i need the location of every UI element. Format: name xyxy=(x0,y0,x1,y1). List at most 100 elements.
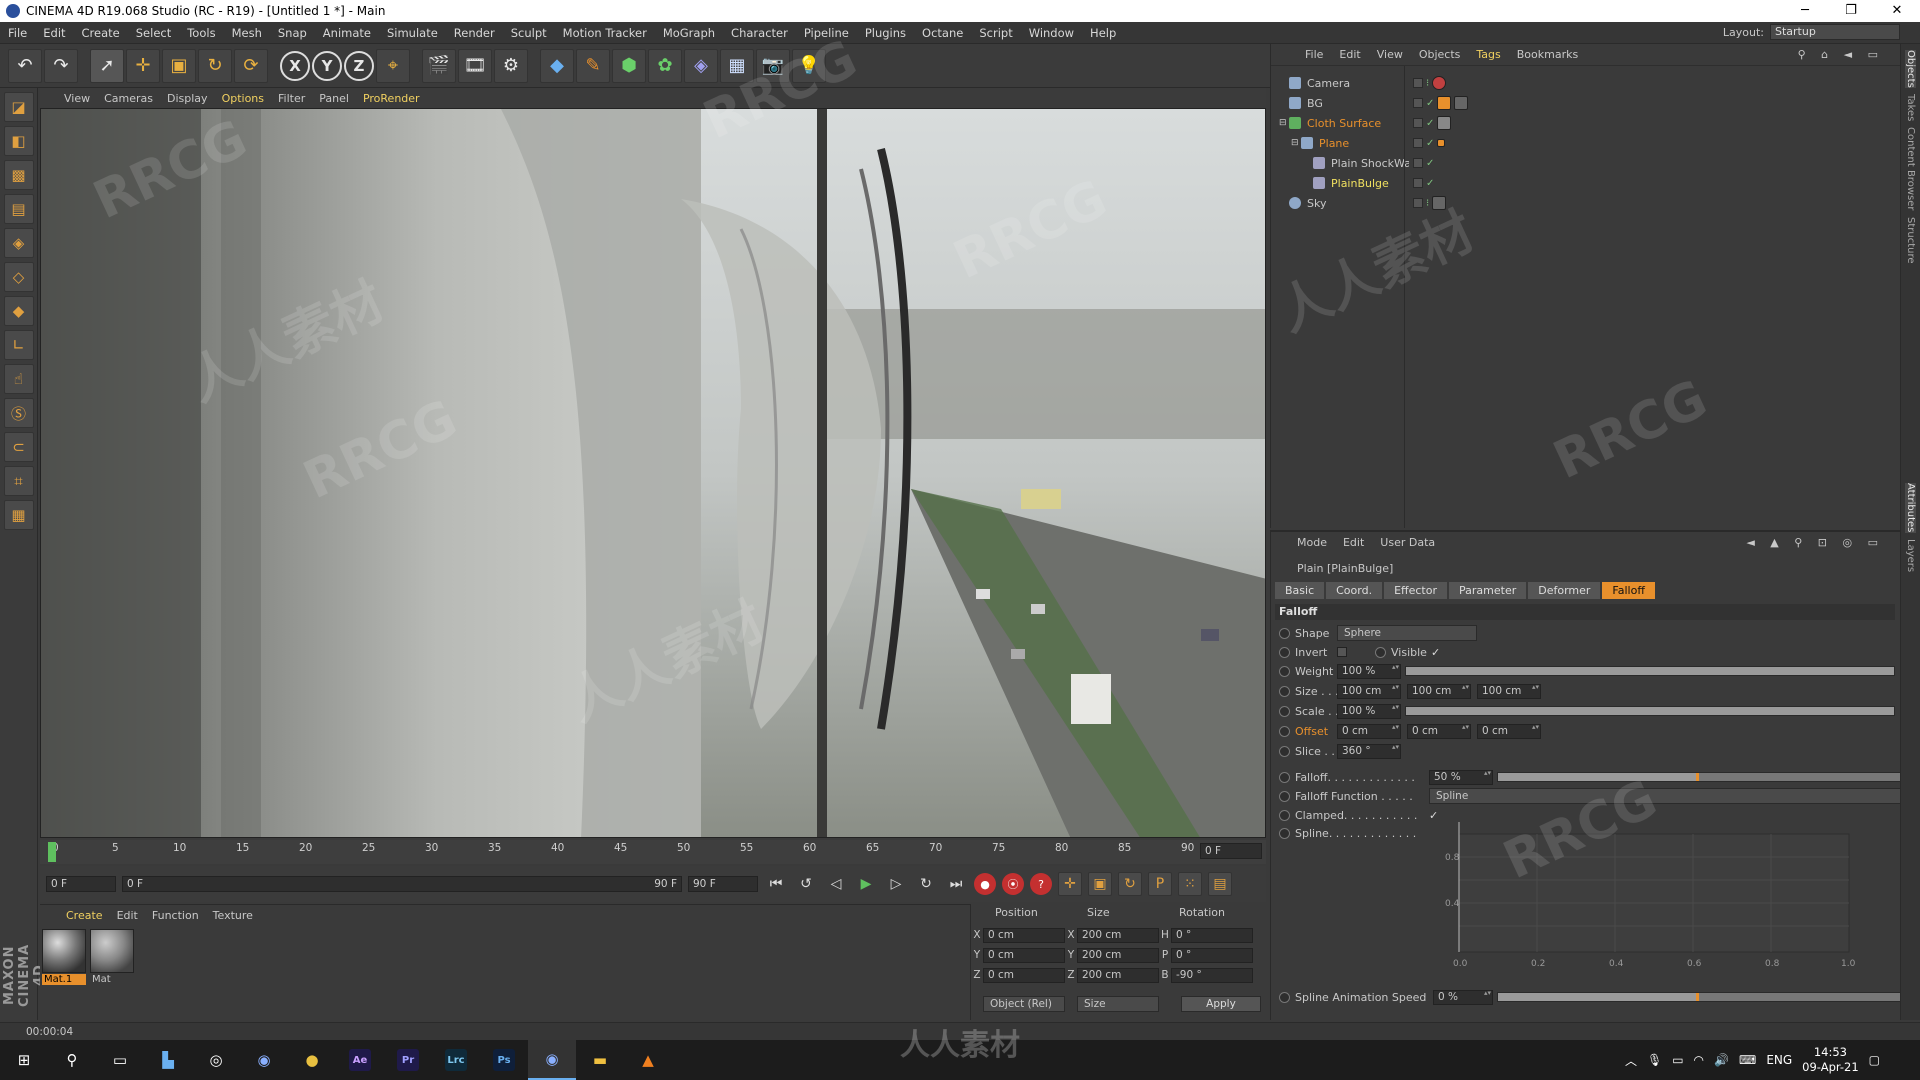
polygons-mode-icon[interactable]: ◆ xyxy=(3,296,34,326)
position-y-field[interactable]: 0 cm xyxy=(983,947,1065,963)
close-button[interactable]: ✕ xyxy=(1874,0,1920,22)
workplane-icon[interactable]: ▤ xyxy=(3,194,34,224)
om-menu-file[interactable]: File xyxy=(1305,48,1323,61)
material-menu-texture[interactable]: Texture xyxy=(213,909,253,922)
am-menu-edit[interactable]: Edit xyxy=(1343,536,1364,549)
cinema4d-icon[interactable]: ◎ xyxy=(192,1040,240,1080)
go-to-start-icon[interactable]: ⏮ xyxy=(764,872,788,896)
start-frame-field[interactable]: 0 F xyxy=(46,876,116,892)
shape-dropdown[interactable]: Sphere xyxy=(1337,625,1477,641)
animate-toggle-icon[interactable] xyxy=(1279,646,1290,658)
menu-sculpt[interactable]: Sculpt xyxy=(503,26,555,40)
offset-x-field[interactable]: 0 cm xyxy=(1337,723,1401,739)
animate-toggle-icon[interactable] xyxy=(1375,646,1386,658)
render-view-icon[interactable]: 🎬 xyxy=(422,48,456,83)
tweak-mode-icon[interactable]: ☝ xyxy=(3,364,34,394)
axis-mode-icon[interactable]: ∟ xyxy=(3,330,34,360)
visible-checkbox[interactable]: ✓ xyxy=(1431,646,1440,659)
scale-key-icon[interactable]: ▣ xyxy=(1088,872,1112,896)
pen-icon[interactable]: ✎ xyxy=(576,48,610,83)
rotate-icon[interactable]: ↻ xyxy=(198,48,232,83)
search-icon[interactable]: ⚲ xyxy=(48,1040,96,1080)
menu-create[interactable]: Create xyxy=(74,26,128,40)
rotation-b-field[interactable]: -90 ° xyxy=(1171,967,1253,983)
spline-graph[interactable]: 0.8 0.4 0.0 0.2 0.4 0.6 0.8 1.0 xyxy=(1441,822,1871,972)
weight-field[interactable]: 100 % xyxy=(1337,663,1401,679)
edit-render-settings-icon[interactable]: ⚙ xyxy=(494,48,528,83)
object-manager-divider[interactable] xyxy=(1404,66,1405,528)
menu-window[interactable]: Window xyxy=(1021,26,1082,40)
object-row-plain-shockwave[interactable]: Plain ShockWa ✓ xyxy=(1271,153,1901,173)
animate-toggle-icon[interactable] xyxy=(1279,809,1290,821)
recent-tool-icon[interactable]: ⟳ xyxy=(234,48,268,83)
position-key-icon[interactable]: ✛ xyxy=(1058,872,1082,896)
range-slider[interactable]: 0 F 90 F xyxy=(122,876,682,892)
tab-deformer[interactable]: Deformer xyxy=(1528,582,1601,599)
render-picture-viewer-icon[interactable]: 🎞 xyxy=(458,48,492,83)
go-to-end-icon[interactable]: ⏭ xyxy=(944,872,968,896)
menu-simulate[interactable]: Simulate xyxy=(379,26,446,40)
next-key-icon[interactable]: ↻ xyxy=(914,872,938,896)
object-row-plane[interactable]: ⊟ Plane ✓ xyxy=(1271,133,1901,153)
material-menu-create[interactable]: Create xyxy=(66,909,103,922)
am-menu-mode[interactable]: Mode xyxy=(1297,536,1327,549)
volume-icon[interactable]: 🔊 xyxy=(1714,1053,1729,1067)
floor-icon[interactable]: ▦ xyxy=(720,48,754,83)
viewport-menu-options[interactable]: Options xyxy=(222,92,264,105)
weight-slider[interactable] xyxy=(1405,666,1895,676)
animate-toggle-icon[interactable] xyxy=(1279,991,1290,1003)
viewport-menu-panel[interactable]: Panel xyxy=(319,92,349,105)
maximize-button[interactable]: ❐ xyxy=(1828,0,1874,22)
microphone-icon[interactable]: 🎙 xyxy=(1647,1053,1662,1067)
camera-icon[interactable]: 📷 xyxy=(756,48,790,83)
side-tab-structure[interactable]: Structure xyxy=(1905,217,1916,264)
menu-render[interactable]: Render xyxy=(446,26,503,40)
language-indicator[interactable]: ENG xyxy=(1766,1053,1792,1067)
coordinate-mode-dropdown[interactable]: Object (Rel) xyxy=(983,996,1065,1012)
clock[interactable]: 14:53 09-Apr-21 xyxy=(1802,1045,1858,1075)
size-z-field[interactable]: 100 cm xyxy=(1477,683,1541,699)
timeline-window-icon[interactable]: ▤ xyxy=(1208,872,1232,896)
tab-falloff[interactable]: Falloff xyxy=(1602,582,1655,599)
layout-dropdown[interactable]: Startup xyxy=(1770,24,1900,40)
clamped-checkbox[interactable]: ✓ xyxy=(1429,809,1438,822)
menu-motion-tracker[interactable]: Motion Tracker xyxy=(555,26,655,40)
menu-tools[interactable]: Tools xyxy=(179,26,223,40)
om-menu-view[interactable]: View xyxy=(1377,48,1403,61)
invert-checkbox[interactable] xyxy=(1337,647,1347,657)
chrome-icon[interactable]: ● xyxy=(288,1040,336,1080)
material-menu-function[interactable]: Function xyxy=(152,909,199,922)
record-keys-icon[interactable]: ● xyxy=(974,873,996,895)
om-menu-tags[interactable]: Tags xyxy=(1476,48,1500,61)
live-select-icon[interactable]: ➚ xyxy=(90,48,124,83)
menu-select[interactable]: Select xyxy=(128,26,179,40)
task-view-icon[interactable]: ▭ xyxy=(96,1040,144,1080)
x-axis-icon[interactable]: X xyxy=(280,50,310,81)
side-tab-attributes[interactable]: Attributes xyxy=(1905,483,1916,533)
magnet-icon[interactable]: ⊂ xyxy=(3,432,34,462)
tab-coord[interactable]: Coord. xyxy=(1326,582,1383,599)
tab-parameter[interactable]: Parameter xyxy=(1449,582,1527,599)
size-z-field[interactable]: 200 cm xyxy=(1077,967,1159,983)
rotation-p-field[interactable]: 0 ° xyxy=(1171,947,1253,963)
keyframe-selection-icon[interactable]: ? xyxy=(1030,873,1052,895)
points-mode-icon[interactable]: ◈ xyxy=(3,228,34,258)
snap-icon[interactable]: Ⓢ xyxy=(3,398,34,428)
om-menu-objects[interactable]: Objects xyxy=(1419,48,1461,61)
position-x-field[interactable]: 0 cm xyxy=(983,927,1065,943)
photoshop-icon[interactable]: Ps xyxy=(480,1040,528,1080)
notifications-icon[interactable]: ▢ xyxy=(1869,1053,1880,1067)
menu-character[interactable]: Character xyxy=(723,26,796,40)
scale-slider[interactable] xyxy=(1405,706,1895,716)
keyboard-icon[interactable]: ⌨ xyxy=(1739,1053,1756,1067)
undo-icon[interactable]: ↶ xyxy=(8,48,42,83)
spline-animation-speed-field[interactable]: 0 % xyxy=(1433,989,1493,1005)
menu-octane[interactable]: Octane xyxy=(914,26,971,40)
minimize-button[interactable]: ─ xyxy=(1782,0,1828,22)
after-effects-icon[interactable]: Ae xyxy=(336,1040,384,1080)
object-row-plainbulge[interactable]: PlainBulge ✓ xyxy=(1271,173,1901,193)
current-frame-field[interactable]: 0 F xyxy=(1200,843,1262,859)
menu-animate[interactable]: Animate xyxy=(315,26,379,40)
explorer-pin-icon[interactable]: ▙ xyxy=(144,1040,192,1080)
animate-toggle-icon[interactable] xyxy=(1279,725,1290,737)
